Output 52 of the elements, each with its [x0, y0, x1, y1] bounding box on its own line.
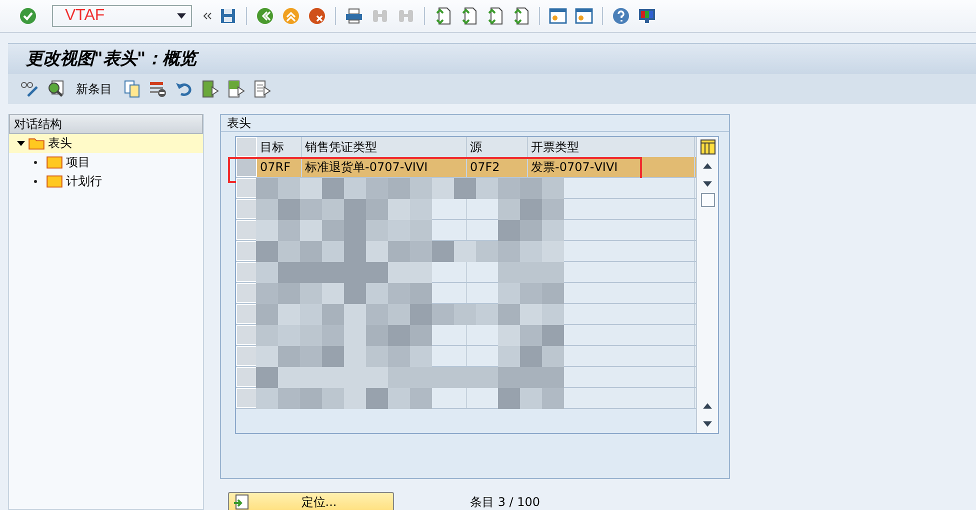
tree-label: 项目 — [66, 154, 90, 171]
scroll-down-button[interactable] — [703, 421, 712, 427]
tree-item[interactable]: 表头 — [9, 134, 203, 153]
scroll-up-button[interactable] — [703, 163, 712, 169]
column-header[interactable]: 源 — [467, 137, 528, 157]
tree-item[interactable]: 计划行 — [9, 172, 203, 191]
tree-label: 表头 — [48, 135, 72, 152]
panel-title: 表头 — [221, 115, 729, 132]
new-entries-button[interactable]: 新条目 — [72, 80, 116, 98]
caret-icon[interactable] — [17, 140, 25, 148]
row-selector[interactable] — [236, 241, 257, 261]
scroll-up-button[interactable] — [703, 403, 712, 409]
panel-header: 对话结构 — [9, 114, 203, 134]
folder-icon — [28, 137, 45, 150]
folder-icon — [46, 156, 63, 169]
entry-count: 条目 3 / 100 — [470, 494, 540, 510]
check-icon[interactable] — [18, 6, 38, 26]
delete-row-icon[interactable] — [148, 79, 168, 99]
table-cell: 发票-0707-VIVI — [528, 157, 695, 177]
column-settings-icon[interactable] — [700, 139, 716, 155]
cancel-icon[interactable] — [307, 6, 327, 26]
table-cell: 07F2 — [467, 157, 528, 177]
row-selector[interactable] — [236, 367, 257, 387]
select-all-icon[interactable] — [200, 79, 220, 99]
command-field[interactable]: VTAF — [52, 5, 192, 27]
screen-title: 更改视图"表头"：概览 — [8, 43, 976, 74]
row-selector[interactable] — [236, 157, 257, 177]
table-cell: 07RF — [257, 157, 302, 177]
copy-icon[interactable] — [122, 79, 142, 99]
print-icon[interactable] — [344, 6, 364, 26]
table-cell: 标准退货单-0707-VIVI — [302, 157, 467, 177]
deselect-all-icon[interactable] — [252, 79, 272, 99]
save-icon[interactable] — [218, 6, 238, 26]
column-header[interactable]: 目标 — [257, 137, 302, 157]
position-button[interactable]: 定位... — [228, 492, 394, 510]
monitor-icon[interactable] — [637, 6, 657, 26]
magnifier-icon[interactable] — [46, 79, 66, 99]
scroll-down-button[interactable] — [703, 181, 712, 187]
column-header[interactable]: 销售凭证类型 — [302, 137, 467, 157]
tree-label: 计划行 — [66, 173, 102, 190]
new-window-icon[interactable] — [548, 6, 568, 26]
dropdown-icon[interactable] — [177, 13, 186, 19]
select-block-icon[interactable] — [226, 79, 246, 99]
position-icon — [233, 494, 249, 510]
help-icon[interactable] — [611, 6, 631, 26]
scroll-thumb[interactable] — [700, 193, 714, 207]
glasses-pencil-icon[interactable] — [20, 79, 40, 99]
collapse-icon[interactable] — [202, 11, 212, 21]
tree-item[interactable]: 项目 — [9, 153, 203, 172]
shortcut-icon[interactable] — [574, 6, 594, 26]
folder-icon — [46, 175, 63, 188]
back-icon[interactable] — [255, 6, 275, 26]
